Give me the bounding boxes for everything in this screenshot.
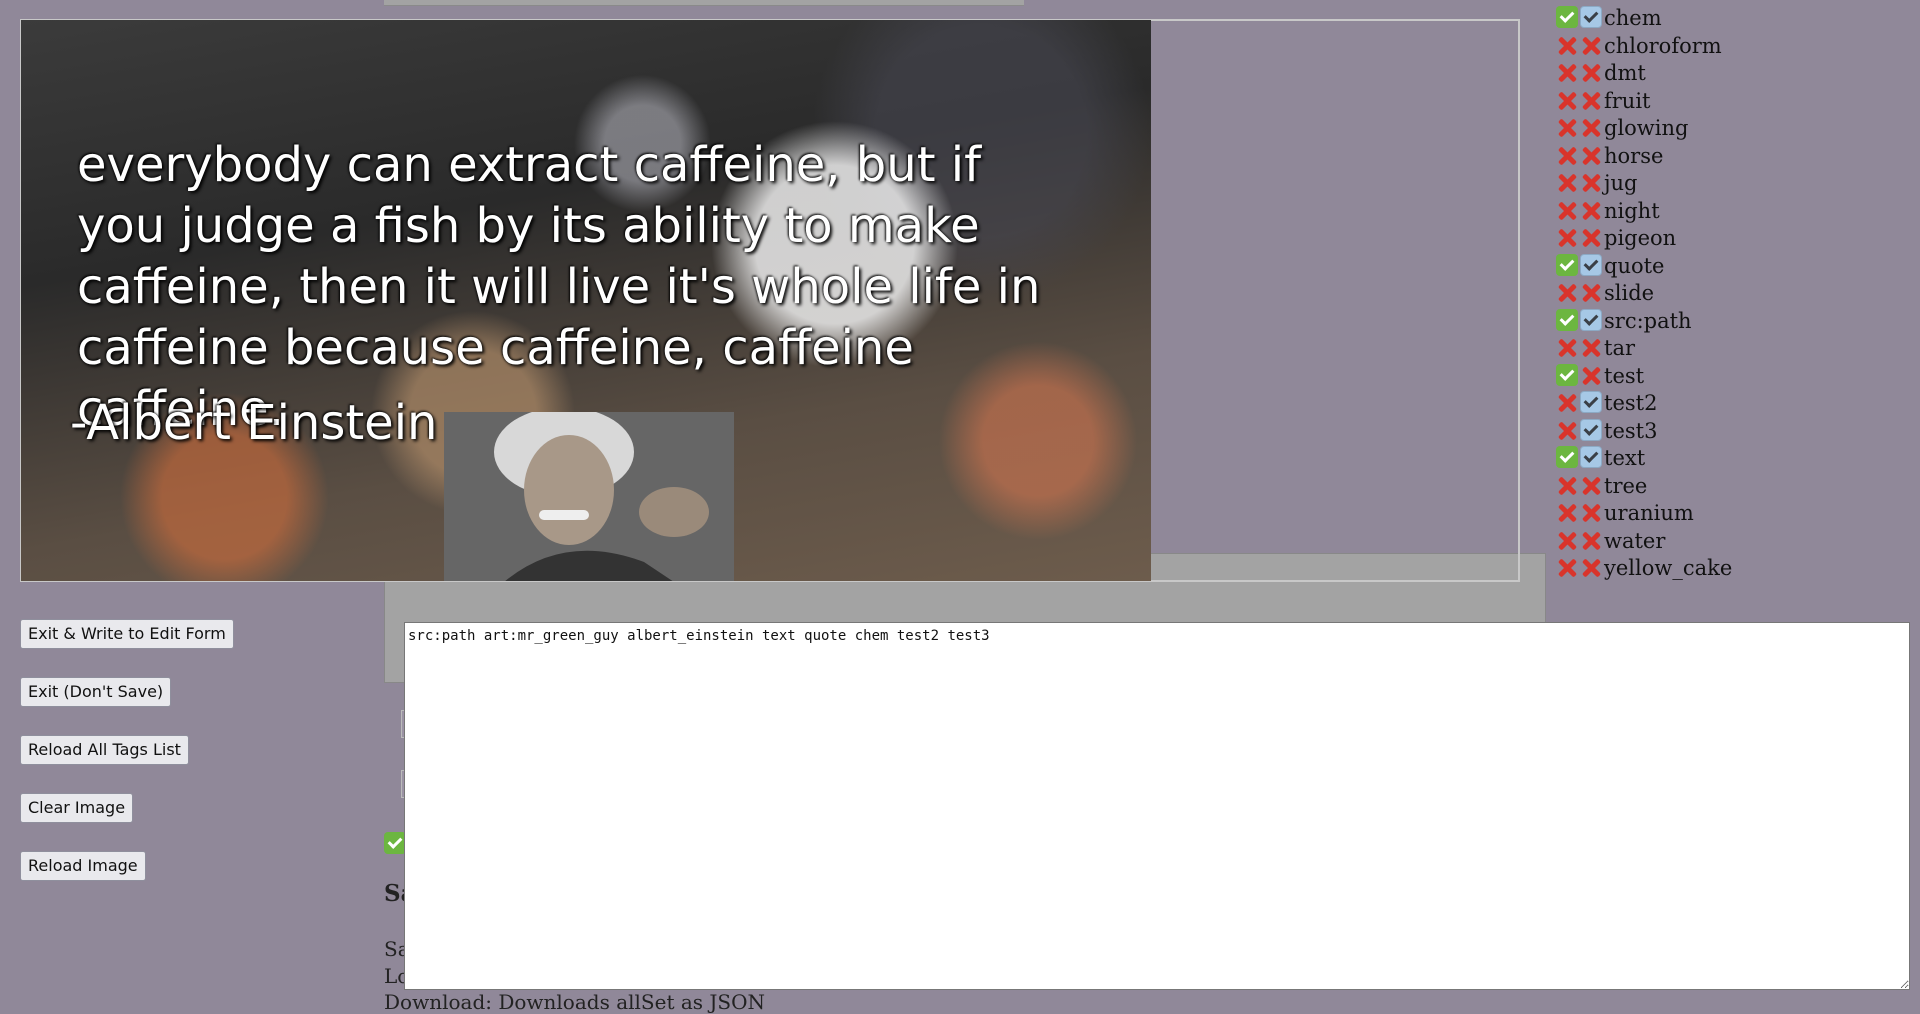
tag-item[interactable]: test2	[1556, 390, 1916, 418]
exit-write-button[interactable]: Exit & Write to Edit Form	[20, 619, 234, 649]
download-link[interactable]: Download: Downloads allSet as JSON	[384, 990, 765, 1014]
tag-item[interactable]: horse	[1556, 143, 1916, 171]
tag-label: yellow_cake	[1604, 556, 1733, 580]
cross-icon[interactable]	[1556, 89, 1578, 111]
clear-image-button[interactable]: Clear Image	[20, 793, 134, 823]
tag-item[interactable]: tree	[1556, 473, 1916, 501]
tag-item[interactable]: test	[1556, 363, 1916, 391]
cross-icon[interactable]	[1556, 281, 1578, 303]
cross-icon[interactable]	[1580, 89, 1602, 111]
tag-item[interactable]: test3	[1556, 418, 1916, 446]
cross-icon[interactable]	[1580, 199, 1602, 221]
cross-icon[interactable]	[1556, 529, 1578, 551]
tag-item[interactable]: chem	[1556, 5, 1916, 33]
cross-icon[interactable]	[1556, 116, 1578, 138]
cross-icon[interactable]	[1556, 34, 1578, 56]
cross-icon[interactable]	[1556, 226, 1578, 248]
check-green-icon[interactable]	[1556, 363, 1578, 386]
cross-icon[interactable]	[1556, 144, 1578, 166]
tag-list: chem chloroform dmt fruit glowing horse jug nig…	[1556, 5, 1916, 583]
check-blue-icon[interactable]	[1580, 391, 1602, 413]
cross-icon[interactable]	[1580, 281, 1602, 303]
tag-item[interactable]: fruit	[1556, 88, 1916, 116]
tag-item[interactable]: jug	[1556, 170, 1916, 198]
tag-label: test2	[1604, 391, 1658, 415]
tag-item[interactable]: pigeon	[1556, 225, 1916, 253]
cross-icon[interactable]	[1556, 171, 1578, 193]
cross-icon[interactable]	[1580, 364, 1602, 386]
cross-icon[interactable]	[1580, 556, 1602, 578]
tag-item[interactable]: uranium	[1556, 500, 1916, 528]
cross-icon[interactable]	[1580, 474, 1602, 496]
tag-label: tree	[1604, 473, 1648, 498]
tag-item[interactable]: yellow_cake	[1556, 555, 1916, 583]
cross-icon[interactable]	[1556, 61, 1578, 83]
tag-item[interactable]: text	[1556, 445, 1916, 473]
tag-label: tar	[1604, 336, 1635, 360]
tag-label: night	[1604, 198, 1660, 223]
quote-author: -Albert Einstein	[70, 395, 438, 451]
exit-no-save-button[interactable]: Exit (Don't Save)	[20, 677, 172, 707]
cross-icon[interactable]	[1556, 199, 1578, 221]
check-green-icon[interactable]	[1556, 446, 1578, 468]
check-blue-icon[interactable]	[1580, 253, 1602, 276]
tag-item[interactable]: night	[1556, 198, 1916, 226]
check-green-icon[interactable]	[1556, 6, 1578, 28]
tag-item[interactable]: quote	[1556, 253, 1916, 281]
tag-item[interactable]: water	[1556, 528, 1916, 556]
check-blue-icon[interactable]	[1580, 6, 1602, 28]
cross-icon[interactable]	[1556, 336, 1578, 358]
tag-label: test	[1604, 363, 1645, 388]
tag-item[interactable]: glowing	[1556, 115, 1916, 143]
cross-icon[interactable]	[1580, 116, 1602, 138]
cross-icon[interactable]	[1580, 144, 1602, 166]
tag-label: uranium	[1604, 501, 1694, 525]
image-display: everybody can extract caffeine, but if y…	[21, 20, 1151, 581]
tag-label: fruit	[1604, 88, 1651, 113]
cross-icon[interactable]	[1556, 556, 1578, 578]
tag-label: test3	[1604, 418, 1658, 443]
cross-icon[interactable]	[1580, 336, 1602, 358]
reload-tags-button[interactable]: Reload All Tags List	[20, 735, 189, 765]
check-blue-icon[interactable]	[1580, 308, 1602, 331]
tag-label: slide	[1604, 281, 1655, 305]
tag-label: chem	[1604, 6, 1662, 30]
cross-icon[interactable]	[1580, 529, 1602, 551]
cross-icon[interactable]	[1556, 391, 1578, 413]
tag-label: jug	[1604, 171, 1638, 195]
tag-label: dmt	[1604, 61, 1646, 85]
tag-label: text	[1604, 446, 1646, 470]
tag-item[interactable]: chloroform	[1556, 33, 1916, 61]
cross-icon[interactable]	[1556, 501, 1578, 523]
tags-textarea[interactable]: src:path art:mr_green_guy albert_einstei…	[404, 622, 1910, 990]
check-blue-icon[interactable]	[1580, 418, 1602, 441]
tag-label: quote	[1604, 253, 1665, 278]
cross-icon[interactable]	[1580, 61, 1602, 83]
tag-label: src:path	[1604, 308, 1692, 333]
tag-label: chloroform	[1604, 33, 1722, 58]
tag-item[interactable]: dmt	[1556, 60, 1916, 88]
tag-label: pigeon	[1604, 226, 1677, 250]
cross-icon[interactable]	[1556, 419, 1578, 441]
check-green-icon[interactable]	[1556, 308, 1578, 331]
cross-icon[interactable]	[1556, 474, 1578, 496]
check-green-icon[interactable]	[1556, 253, 1578, 276]
tag-label: glowing	[1604, 116, 1689, 140]
top-strip	[384, 0, 1024, 6]
reload-image-button[interactable]: Reload Image	[20, 851, 146, 881]
tag-item[interactable]: src:path	[1556, 308, 1916, 336]
tag-label: water	[1604, 528, 1666, 553]
tag-item[interactable]: tar	[1556, 335, 1916, 363]
cross-icon[interactable]	[1580, 34, 1602, 56]
cross-icon[interactable]	[1580, 226, 1602, 248]
portrait-photo	[444, 412, 734, 581]
tag-item[interactable]: slide	[1556, 280, 1916, 308]
tag-label: horse	[1604, 143, 1664, 168]
cross-icon[interactable]	[1580, 171, 1602, 193]
cross-icon[interactable]	[1580, 501, 1602, 523]
check-blue-icon[interactable]	[1580, 446, 1602, 468]
